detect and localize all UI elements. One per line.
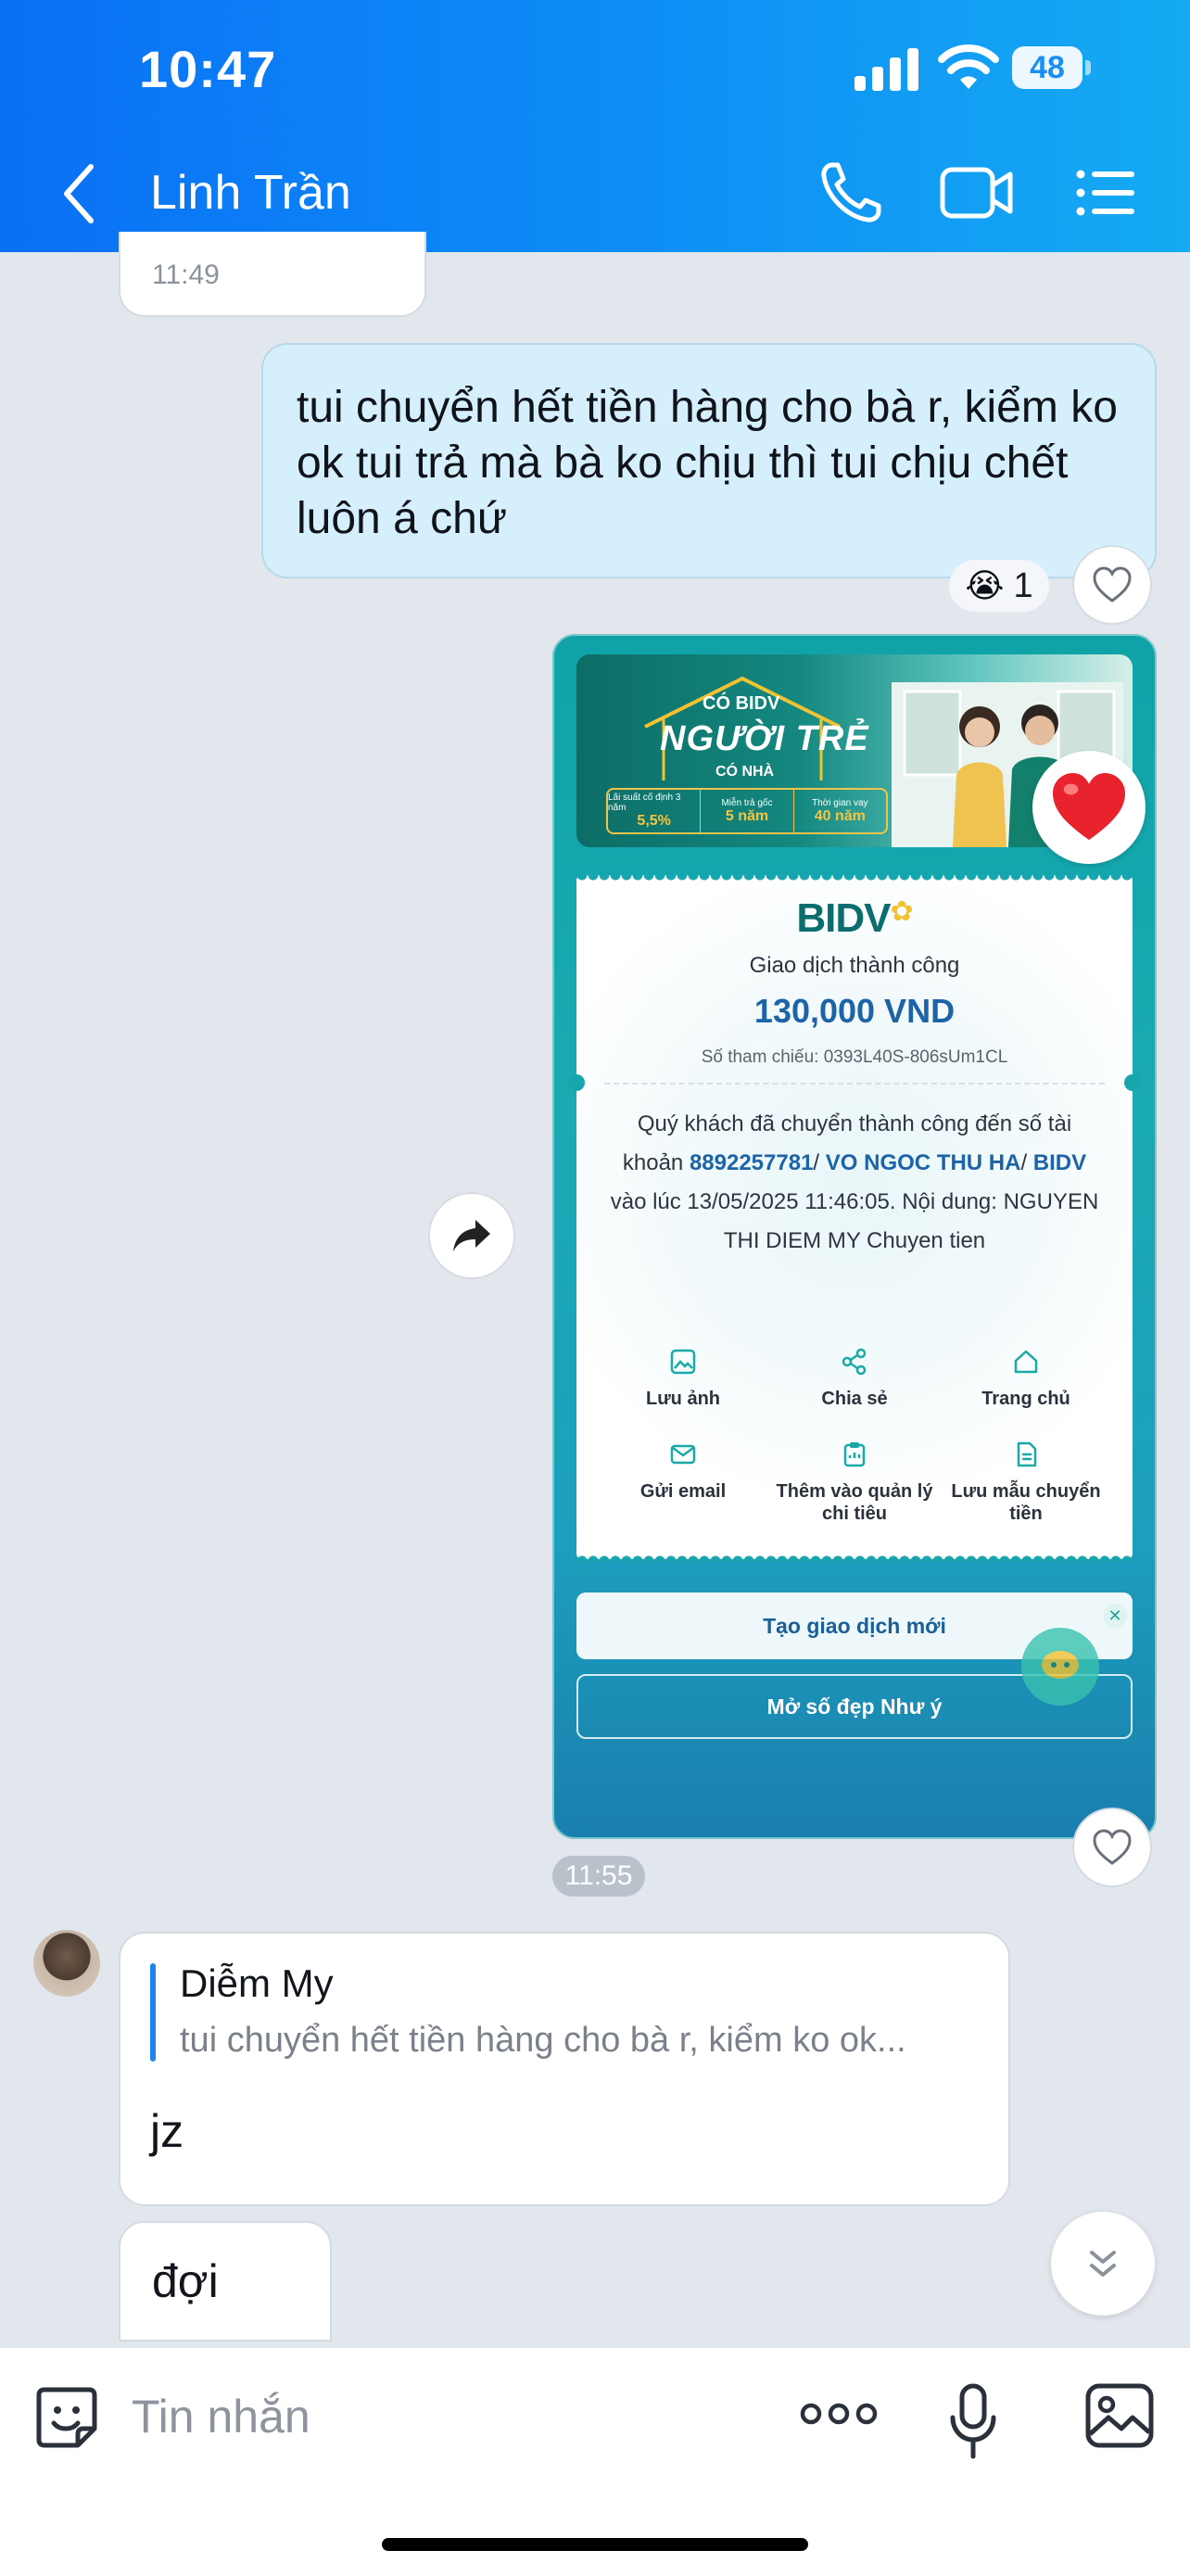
chatbot-icon [1021,1628,1099,1706]
recipient-name: VO NGOC THU HA [825,1150,1021,1175]
heart-icon [1093,566,1132,603]
separator: / [1020,1150,1033,1175]
forward-button[interactable] [428,1192,515,1279]
image-icon [670,1349,696,1375]
crying-emoji-icon: 😭 [965,566,1005,604]
banner-top-text: CÓ BIDV [703,693,780,714]
react-heart-button[interactable] [1072,545,1152,625]
transaction-receipt: BIDV✿ Giao dịch thành công 130,000 VND S… [568,875,1141,1561]
transaction-description: Quý khách đã chuyển thành công đến số tà… [604,1105,1105,1261]
image-message[interactable]: CÓ BIDV NGƯỜI TRẺ CÓ NHÀ Lãi suất cố địn… [552,634,1157,1839]
banner-term-label: Lãi suất cố định 3 năm [608,793,681,813]
document-icon [1017,1441,1037,1467]
heart-reaction[interactable] [1032,751,1146,864]
banner-term: Lãi suất cố định 3 năm 5,5% [608,790,702,832]
quote-bar [150,1963,156,2062]
quoted-text: tui chuyển hết tiền hàng cho bà r, kiểm … [180,2021,906,2060]
sticker-icon[interactable] [32,2382,102,2453]
contact-name[interactable]: Linh Trần [150,165,351,221]
banner-term-value: 5,5% [637,813,671,829]
react-heart-button[interactable] [1072,1808,1152,1887]
mic-icon[interactable] [947,2382,999,2460]
bank-logo: BIDV✿ [796,895,913,941]
video-icon[interactable] [940,165,1014,221]
add-expense-action: Thêm vào quản lý chi tiêu [776,1440,933,1525]
reaction-count: 1 [1013,565,1033,605]
heart-icon [1053,772,1125,841]
transaction-amount: 130,000 VND [753,992,956,1030]
outgoing-message-bubble[interactable]: tui chuyển hết tiền hàng cho bà r, kiểm … [261,343,1157,578]
incoming-message-text: jz [150,2105,184,2157]
action-label: Trang chủ [981,1389,1070,1409]
incoming-reply-bubble[interactable]: Diễm My tui chuyển hết tiền hàng cho bà … [119,1932,1010,2206]
heart-icon [1093,1829,1132,1865]
back-button[interactable] [54,159,104,228]
send-email-action: Gửi email [604,1440,762,1503]
home-indicator [382,2538,808,2551]
banner-term-label: Miễn trả gốc [721,797,773,808]
action-label: Lưu ảnh [645,1389,721,1409]
save-template-action: Lưu mẫu chuyển tiền [947,1440,1105,1525]
incoming-message-bubble[interactable]: đợi [119,2221,332,2341]
separator: / [813,1150,826,1175]
status-time: 10:47 [139,40,277,98]
banner-term-label: Thời gian vay [812,797,868,808]
battery-icon: 48 [1012,46,1092,89]
quoted-sender: Diễm My [180,1961,334,2005]
more-icon[interactable] [799,2393,879,2434]
banner-term: Miễn trả gốc 5 năm [701,790,794,832]
banner-headline: NGƯỜI TRẺ [660,719,869,758]
reaction-summary[interactable]: 😭 1 [949,560,1049,612]
scroll-to-bottom-button[interactable] [1051,2212,1155,2316]
previous-message-bubble[interactable]: 11:49 [119,232,426,317]
action-label: Lưu mẫu chuyển tiền [951,1481,1101,1524]
incoming-message-text: đợi [152,2255,219,2307]
banner-term-value: 5 năm [725,807,769,824]
save-image-action: Lưu ảnh [604,1348,762,1410]
description-text: vào lúc 13/05/2025 11:46:05. Nội dung: N… [610,1189,1099,1253]
share-action: Chia sẻ [776,1348,933,1410]
chat-header: 10:47 48 Linh Trần [0,0,1190,252]
avatar[interactable] [33,1930,100,1997]
mail-icon [670,1444,696,1465]
chevron-down-icon [1090,2251,1116,2277]
banner-subtext: CÓ NHÀ [715,764,775,780]
action-label: Gửi email [639,1481,727,1502]
reference-number: Số tham chiếu: 0393L40S-806sUm1CL [701,1047,1008,1067]
gallery-icon[interactable] [1084,2382,1155,2449]
home-action: Trang chủ [947,1348,1105,1410]
account-number: 8892257781 [689,1150,814,1175]
wifi-icon [938,44,999,89]
bank-logo-text: BIDV [796,895,891,941]
battery-level: 48 [1030,49,1065,85]
message-time: 11:55 [552,1856,645,1897]
message-time: 11:49 [152,260,220,290]
home-icon [1014,1350,1038,1374]
menu-icon[interactable] [1075,167,1136,219]
banner-term-value: 40 năm [814,807,866,824]
transaction-status: Giao dịch thành công [749,953,960,978]
outgoing-message-text: tui chuyển hết tiền hàng cho bà r, kiểm … [297,383,1118,543]
clipboard-icon [843,1442,866,1467]
bank-name: BIDV [1032,1150,1087,1175]
close-icon: ✕ [1103,1604,1127,1628]
message-input[interactable] [130,2379,764,2455]
divider [604,1083,1105,1085]
phone-icon[interactable] [817,159,884,226]
banner-term: Thời gian vay 40 năm [794,790,886,832]
signal-icon [855,48,918,91]
forward-icon [453,1220,490,1251]
action-label: Thêm vào quản lý chi tiêu [776,1481,933,1524]
action-label: Chia sẻ [821,1389,888,1409]
share-icon [842,1348,867,1376]
banner-terms: Lãi suất cố định 3 năm 5,5% Miễn trả gốc… [606,788,888,834]
